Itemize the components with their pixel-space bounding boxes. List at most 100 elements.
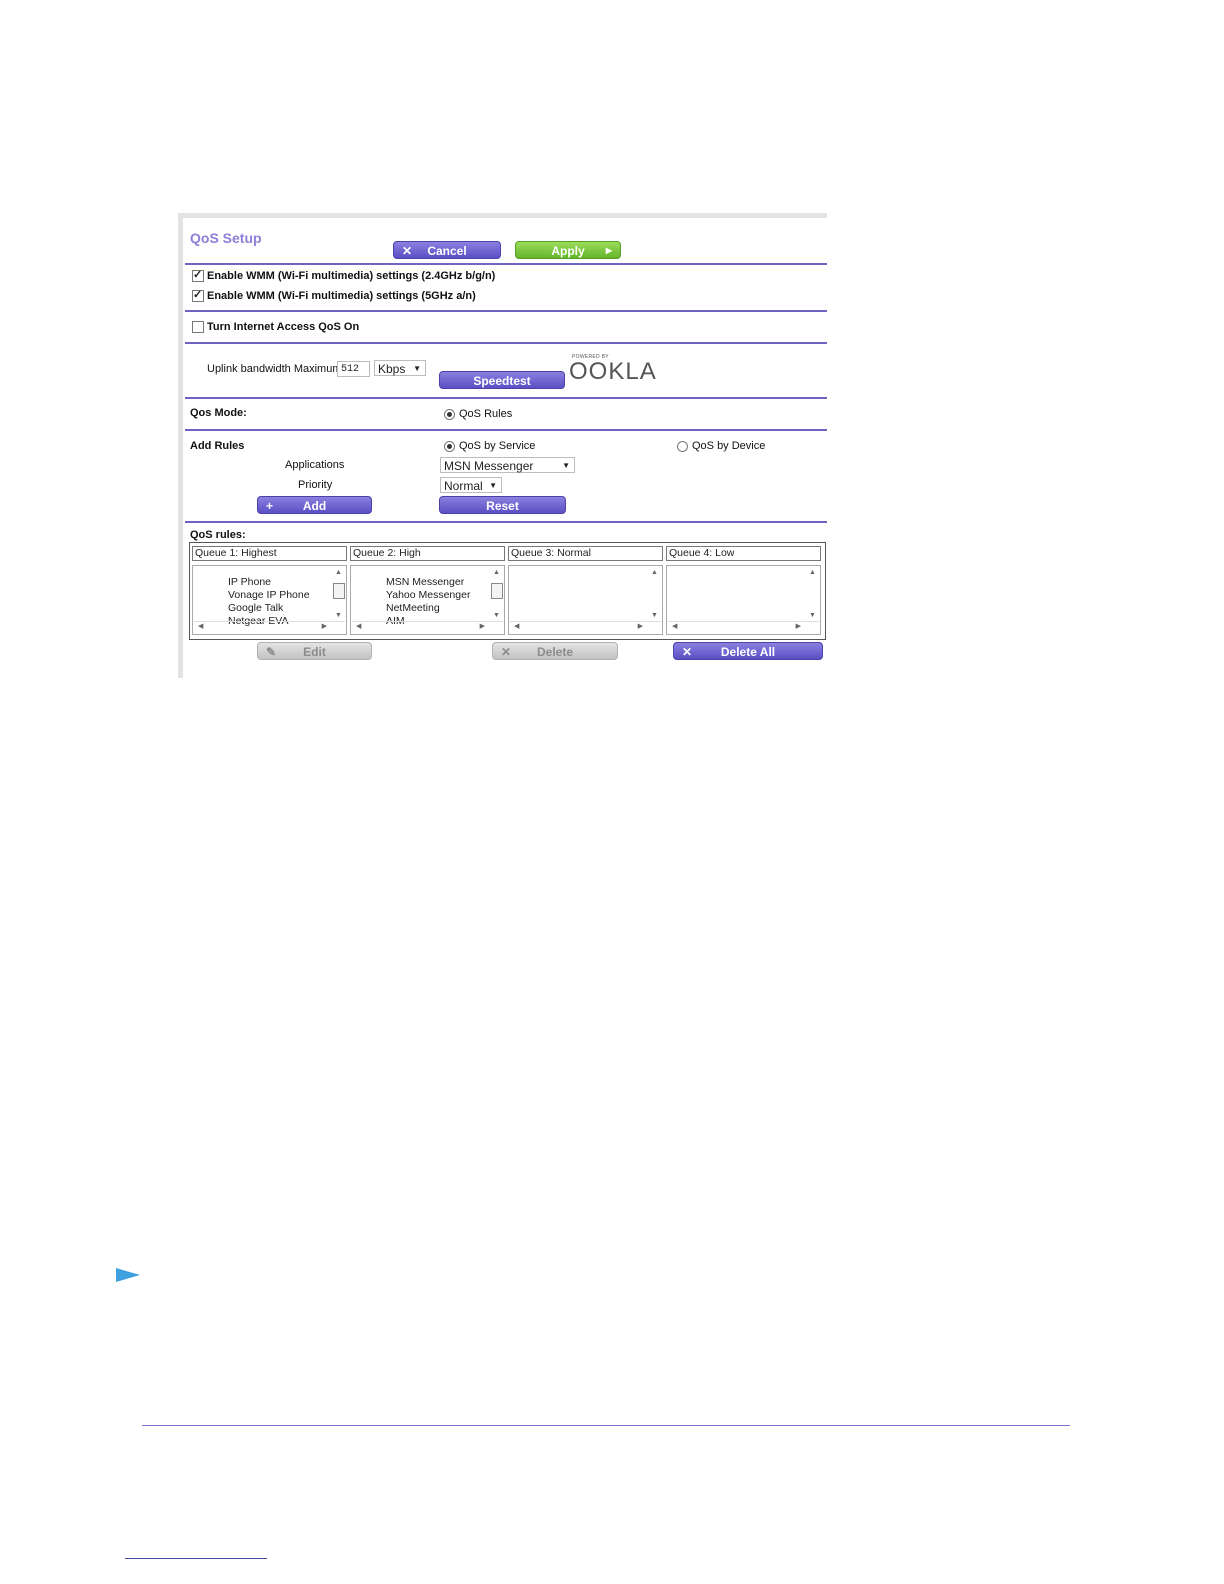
list-item[interactable]: NetMeeting — [386, 602, 470, 615]
scroll-thumb[interactable] — [333, 583, 345, 599]
scroll-left-icon[interactable]: ◀ — [514, 622, 519, 630]
speedtest-label: Speedtest — [473, 374, 531, 388]
ookla-logo: OOKLA — [569, 358, 657, 385]
scroll-left-icon[interactable]: ◀ — [356, 622, 361, 630]
speedtest-button[interactable]: Speedtest — [439, 371, 565, 389]
vertical-scrollbar[interactable]: ▲ ▼ — [491, 567, 503, 621]
scroll-up-icon[interactable]: ▲ — [335, 569, 342, 576]
qos-by-service-option: QoS by Service — [444, 440, 535, 452]
divider — [185, 429, 827, 431]
horizontal-scrollbar[interactable]: ◀ ▶ — [194, 621, 345, 633]
cancel-label: Cancel — [427, 244, 467, 258]
qos-mode-label: Qos Mode: — [190, 407, 247, 419]
horizontal-scrollbar[interactable]: ◀ ▶ — [668, 621, 819, 633]
delete-button[interactable]: ✕ Delete — [492, 642, 618, 660]
qos-rules-radio[interactable] — [444, 408, 455, 420]
queue-4-list[interactable]: ▲ ▼ ◀ ▶ — [666, 565, 821, 635]
internet-qos-checkbox[interactable] — [192, 321, 204, 334]
list-item[interactable]: IP Phone — [228, 576, 310, 589]
scroll-down-icon[interactable]: ▼ — [335, 612, 342, 619]
edit-button[interactable]: ✎ Edit — [257, 642, 372, 660]
queues-table: Queue 1: Highest Queue 2: High Queue 3: … — [189, 542, 826, 640]
vertical-scrollbar[interactable]: ▲ ▼ — [649, 567, 661, 621]
wmm-24-checkbox[interactable] — [192, 268, 204, 283]
divider — [185, 342, 827, 344]
applications-label: Applications — [285, 459, 345, 471]
uplink-label: Uplink bandwidth Maximum — [207, 363, 342, 375]
qos-rules-label: QoS rules: — [190, 529, 246, 541]
delete-label: Delete — [536, 645, 574, 659]
wmm-5-label: Enable WMM (Wi-Fi multimedia) settings (… — [207, 290, 476, 302]
uplink-bandwidth-input[interactable]: 512 — [337, 361, 370, 377]
divider — [185, 521, 827, 523]
queue-2-list[interactable]: MSN Messenger Yahoo Messenger NetMeeting… — [350, 565, 505, 635]
queue-4-header: Queue 4: Low — [666, 546, 821, 561]
divider — [185, 310, 827, 312]
scroll-right-icon[interactable]: ▶ — [638, 622, 643, 630]
scroll-down-icon[interactable]: ▼ — [809, 612, 816, 619]
qos-rules-label: QoS Rules — [459, 408, 513, 420]
add-button[interactable]: + Add — [257, 496, 372, 514]
queue-2-header: Queue 2: High — [350, 546, 505, 561]
divider — [185, 397, 827, 399]
apply-button[interactable]: Apply ▶ — [515, 241, 621, 259]
scroll-down-icon[interactable]: ▼ — [493, 612, 500, 619]
scroll-right-icon[interactable]: ▶ — [322, 622, 327, 630]
list-item[interactable]: Yahoo Messenger — [386, 589, 470, 602]
priority-value: Normal — [444, 479, 483, 493]
qos-setup-panel: QoS Setup ✕ Cancel Apply ▶ Enable WMM (W… — [178, 213, 827, 678]
internet-qos-row: Turn Internet Access QoS On — [192, 321, 360, 334]
add-rules-label: Add Rules — [190, 440, 245, 452]
qos-by-service-radio[interactable] — [444, 440, 455, 452]
scroll-left-icon[interactable]: ◀ — [198, 622, 203, 630]
internet-qos-label: Turn Internet Access QoS On — [207, 321, 360, 333]
list-item[interactable]: Google Talk — [228, 602, 310, 615]
chevron-down-icon: ▼ — [413, 364, 421, 373]
horizontal-scrollbar[interactable]: ◀ ▶ — [352, 621, 503, 633]
list-item[interactable]: MSN Messenger — [386, 576, 470, 589]
scroll-up-icon[interactable]: ▲ — [809, 569, 816, 576]
scroll-up-icon[interactable]: ▲ — [651, 569, 658, 576]
wmm-5-checkbox[interactable] — [192, 288, 204, 303]
scroll-down-icon[interactable]: ▼ — [651, 612, 658, 619]
close-icon: ✕ — [402, 244, 413, 258]
scroll-right-icon[interactable]: ▶ — [796, 622, 801, 630]
scroll-left-icon[interactable]: ◀ — [672, 622, 677, 630]
horizontal-scrollbar[interactable]: ◀ ▶ — [510, 621, 661, 633]
queue-1-list[interactable]: IP Phone Vonage IP Phone Google Talk Net… — [192, 565, 347, 635]
page-title: QoS Setup — [190, 230, 262, 246]
queue-3-list[interactable]: ▲ ▼ ◀ ▶ — [508, 565, 663, 635]
uplink-unit-value: Kbps — [378, 362, 406, 376]
vertical-scrollbar[interactable]: ▲ ▼ — [807, 567, 819, 621]
wmm-5-row: Enable WMM (Wi-Fi multimedia) settings (… — [192, 288, 476, 303]
list-item[interactable]: Vonage IP Phone — [228, 589, 310, 602]
add-label: Add — [302, 499, 327, 513]
scroll-thumb[interactable] — [491, 583, 503, 599]
scroll-up-icon[interactable]: ▲ — [493, 569, 500, 576]
uplink-unit-select[interactable]: Kbps ▼ — [374, 360, 426, 376]
close-icon: ✕ — [682, 645, 693, 659]
pencil-icon: ✎ — [266, 645, 277, 659]
queue-1-header: Queue 1: Highest — [192, 546, 347, 561]
applications-value: MSN Messenger — [444, 459, 534, 473]
qos-by-device-label: QoS by Device — [692, 440, 766, 452]
cancel-button[interactable]: ✕ Cancel — [393, 241, 501, 259]
vertical-scrollbar[interactable]: ▲ ▼ — [333, 567, 345, 621]
delete-all-label: Delete All — [720, 645, 776, 659]
plus-icon: + — [266, 499, 274, 513]
queue-3-header: Queue 3: Normal — [508, 546, 663, 561]
arrow-right-icon: ▶ — [605, 246, 612, 255]
qos-by-device-option: QoS by Device — [677, 440, 765, 452]
wmm-24-row: Enable WMM (Wi-Fi multimedia) settings (… — [192, 268, 495, 283]
apply-label: Apply — [551, 244, 585, 258]
close-icon: ✕ — [501, 645, 512, 659]
priority-select[interactable]: Normal ▼ — [440, 477, 502, 493]
applications-select[interactable]: MSN Messenger ▼ — [440, 457, 575, 473]
reset-button[interactable]: Reset — [439, 496, 566, 514]
delete-all-button[interactable]: ✕ Delete All — [673, 642, 823, 660]
scroll-right-icon[interactable]: ▶ — [480, 622, 485, 630]
footer-divider — [142, 1425, 1070, 1426]
arrow-bullet-icon — [116, 1268, 140, 1282]
footer-link-underline — [125, 1558, 267, 1559]
qos-by-device-radio[interactable] — [677, 440, 688, 452]
